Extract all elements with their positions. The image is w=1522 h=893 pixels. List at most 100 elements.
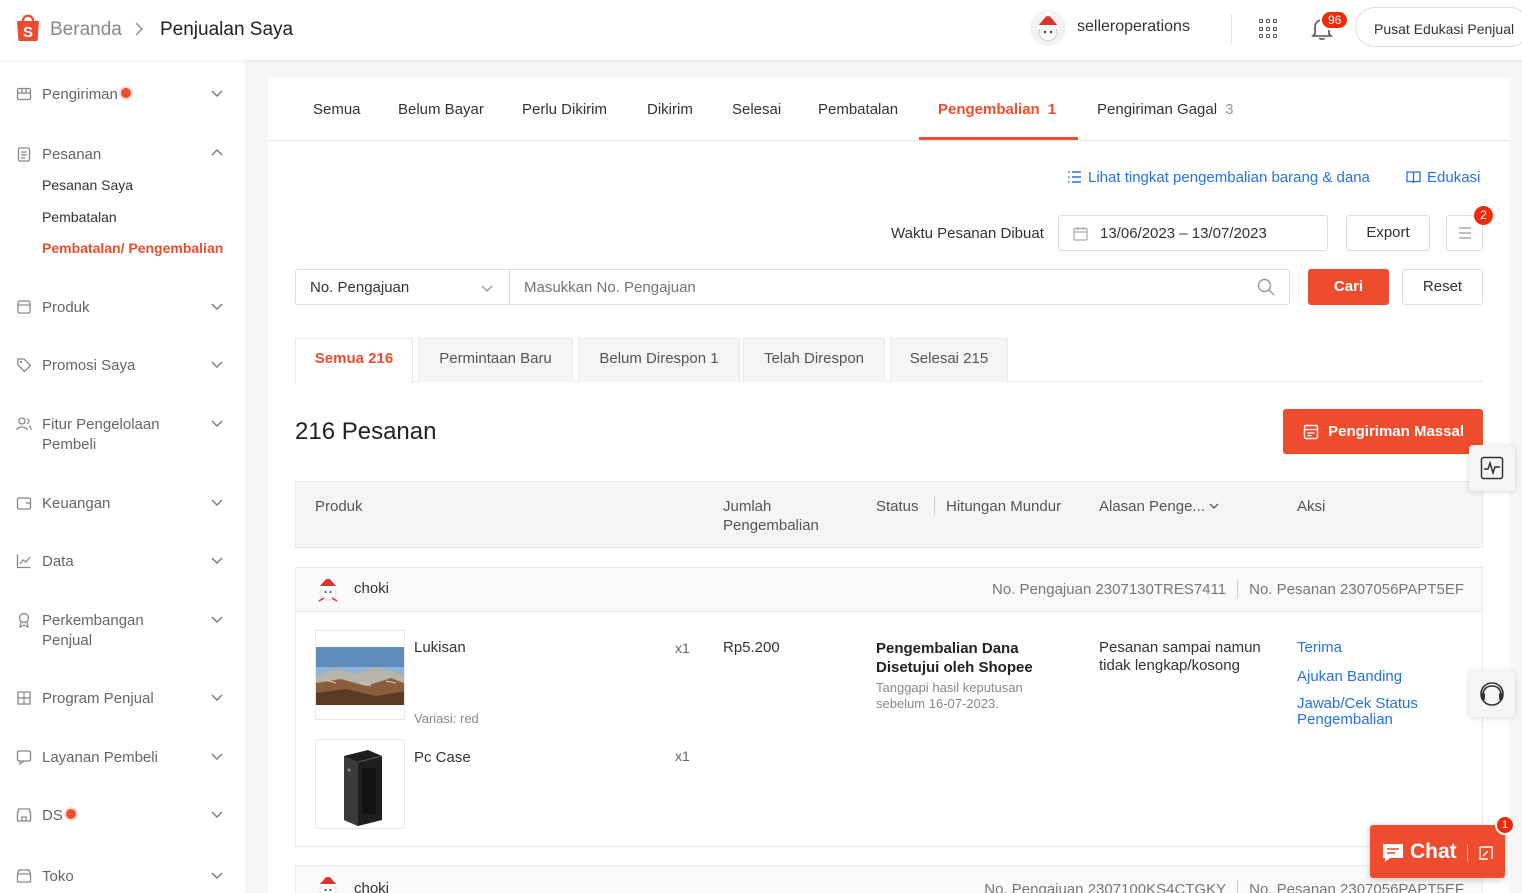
sidebar-label-data: Data xyxy=(42,553,74,570)
subtab-all[interactable]: Semua 216 xyxy=(295,338,413,383)
tab-all[interactable]: Semua xyxy=(313,101,361,118)
chevron-down-icon[interactable] xyxy=(211,750,223,762)
chevron-down-icon[interactable] xyxy=(211,358,223,370)
mass-shipping-button[interactable]: Pengiriman Massal xyxy=(1283,409,1483,454)
chevron-down-icon[interactable] xyxy=(211,496,223,508)
sidebar-item-buyer-management[interactable]: Fitur Pengelolaan Pembeli xyxy=(0,413,245,457)
sidebar-sub-returns[interactable]: Pembatalan/ Pengembalian xyxy=(42,240,223,256)
sidebar-label-buyer-service: Layanan Pembeli xyxy=(42,749,158,766)
subtab-completed[interactable]: Selesai 215 xyxy=(890,338,1008,382)
sidebar-sub-cancellation[interactable]: Pembatalan xyxy=(42,209,117,225)
buyer-name[interactable]: choki xyxy=(354,880,389,893)
sidebar-label-seller-development: Perkembangan xyxy=(42,612,144,629)
buyer-avatar[interactable] xyxy=(315,576,341,602)
chat-label: Chat xyxy=(1410,840,1457,863)
order-header: choki No. Pengajuan 2307100KS4CTGKY No. P… xyxy=(296,866,1482,893)
buyer-avatar[interactable] xyxy=(315,874,341,893)
sidebar-item-data[interactable]: Data xyxy=(0,550,245,574)
active-tab-indicator xyxy=(919,137,1078,140)
subtab-responded[interactable]: Telah Direspon xyxy=(743,338,885,382)
sidebar-item-finance[interactable]: Keuangan xyxy=(0,492,245,516)
sidebar-item-ds[interactable]: DS xyxy=(0,804,245,828)
chevron-down-icon[interactable] xyxy=(211,691,223,703)
product-name[interactable]: Lukisan xyxy=(414,639,466,656)
order-meta: No. Pengajuan 2307130TRES7411 No. Pesanan… xyxy=(992,580,1464,598)
sidebar-item-products[interactable]: Produk xyxy=(0,296,245,320)
performance-monitor-button[interactable] xyxy=(1469,445,1515,491)
action-appeal[interactable]: Ajukan Banding xyxy=(1297,669,1447,685)
action-accept[interactable]: Terima xyxy=(1297,640,1447,656)
wallet-icon xyxy=(16,497,32,510)
chevron-down-icon[interactable] xyxy=(211,300,223,312)
username[interactable]: selleroperations xyxy=(1077,18,1190,36)
customer-support-button[interactable] xyxy=(1469,671,1515,717)
tab-completed[interactable]: Selesai xyxy=(732,101,781,118)
user-avatar[interactable] xyxy=(1030,10,1066,46)
buyer-name[interactable]: choki xyxy=(354,580,389,597)
sidebar-item-shop[interactable]: Toko xyxy=(0,865,245,889)
tab-unpaid[interactable]: Belum Bayar xyxy=(398,101,484,118)
chart-icon xyxy=(16,554,31,569)
apps-grid-icon[interactable] xyxy=(1259,19,1279,39)
chevron-down-icon[interactable] xyxy=(211,869,223,881)
reset-button[interactable]: Reset xyxy=(1402,269,1483,305)
search-input[interactable] xyxy=(509,269,1290,305)
breadcrumb-home[interactable]: Beranda xyxy=(50,19,122,41)
subtab-not-responded[interactable]: Belum Direspon 1 xyxy=(578,338,740,382)
export-count-badge: 2 xyxy=(1474,206,1493,225)
th-status: Status xyxy=(876,498,919,515)
chat-bubble-icon xyxy=(1383,844,1403,862)
product-quantity: x1 xyxy=(675,640,690,656)
sidebar-item-buyer-service[interactable]: Layanan Pembeli xyxy=(0,746,245,770)
product-thumbnail-pc-case[interactable] xyxy=(315,739,405,829)
education-link-text: Edukasi xyxy=(1427,169,1481,186)
chat-button[interactable]: Chat xyxy=(1370,825,1505,878)
sidebar-item-seller-program[interactable]: Program Penjual xyxy=(0,687,245,711)
order-card: choki No. Pengajuan 2307130TRES7411 No. P… xyxy=(295,567,1483,847)
product-name[interactable]: Pc Case xyxy=(414,749,471,766)
action-respond-check-status[interactable]: Jawab/Cek Status Pengembalian xyxy=(1297,696,1437,728)
expand-icon[interactable] xyxy=(1479,846,1493,860)
th-reason-filter[interactable]: Alasan Penge... xyxy=(1099,497,1219,516)
subtab-new-request[interactable]: Permintaan Baru xyxy=(418,338,573,382)
search-field-value: No. Pengajuan xyxy=(310,279,410,296)
sidebar-item-promotions[interactable]: Promosi Saya xyxy=(0,354,245,378)
order-header: choki No. Pengajuan 2307130TRES7411 No. P… xyxy=(296,568,1482,612)
meta-divider xyxy=(1237,580,1239,598)
chevron-down-icon[interactable] xyxy=(211,417,223,429)
sidebar-item-seller-development[interactable]: Perkembangan Penjual xyxy=(0,609,245,653)
tab-return-label: Pengembalian xyxy=(938,101,1040,118)
box-icon xyxy=(17,300,31,314)
seller-education-center-button[interactable]: Pusat Edukasi Penjual xyxy=(1355,7,1522,47)
chat-divider xyxy=(1467,844,1468,861)
search-button[interactable]: Cari xyxy=(1308,269,1389,305)
chevron-down-icon[interactable] xyxy=(211,87,223,99)
chevron-down-icon[interactable] xyxy=(211,554,223,566)
chevron-down-icon[interactable] xyxy=(211,808,223,820)
th-action: Aksi xyxy=(1297,498,1326,515)
export-button[interactable]: Export xyxy=(1346,215,1430,251)
shopee-logo-icon[interactable]: S xyxy=(14,12,42,42)
tab-to-ship[interactable]: Perlu Dikirim xyxy=(522,101,607,118)
chevron-up-icon[interactable] xyxy=(211,147,223,159)
tab-failed-delivery[interactable]: Pengiriman Gagal 3 xyxy=(1097,101,1233,118)
printer-icon xyxy=(1303,424,1319,440)
return-rate-link[interactable]: Lihat tingkat pengembalian barang & dana xyxy=(1067,169,1370,186)
chevron-down-icon[interactable] xyxy=(211,613,223,625)
tab-return[interactable]: Pengembalian 1 xyxy=(938,101,1056,118)
date-range-picker[interactable]: 13/06/2023 – 13/07/2023 xyxy=(1058,215,1328,251)
svg-text:S: S xyxy=(23,24,33,41)
tab-return-count: 1 xyxy=(1047,101,1057,118)
education-link[interactable]: Edukasi xyxy=(1406,169,1480,186)
sidebar-item-shipping[interactable]: Pengiriman xyxy=(0,83,245,107)
meta-divider xyxy=(1237,880,1239,893)
product-thumbnail-painting[interactable] xyxy=(315,630,405,720)
tab-shipped[interactable]: Dikirim xyxy=(647,101,693,118)
search-field-select[interactable]: No. Pengajuan xyxy=(295,269,510,305)
tab-cancellation[interactable]: Pembatalan xyxy=(818,101,898,118)
sidebar-item-orders[interactable]: Pesanan Pesanan Saya Pembatalan Pembatal… xyxy=(0,143,245,263)
search-icon[interactable] xyxy=(1257,278,1275,296)
sidebar-sub-my-orders[interactable]: Pesanan Saya xyxy=(42,177,133,193)
column-divider xyxy=(934,497,935,515)
return-status-line2: Disetujui oleh Shopee xyxy=(876,659,1033,676)
